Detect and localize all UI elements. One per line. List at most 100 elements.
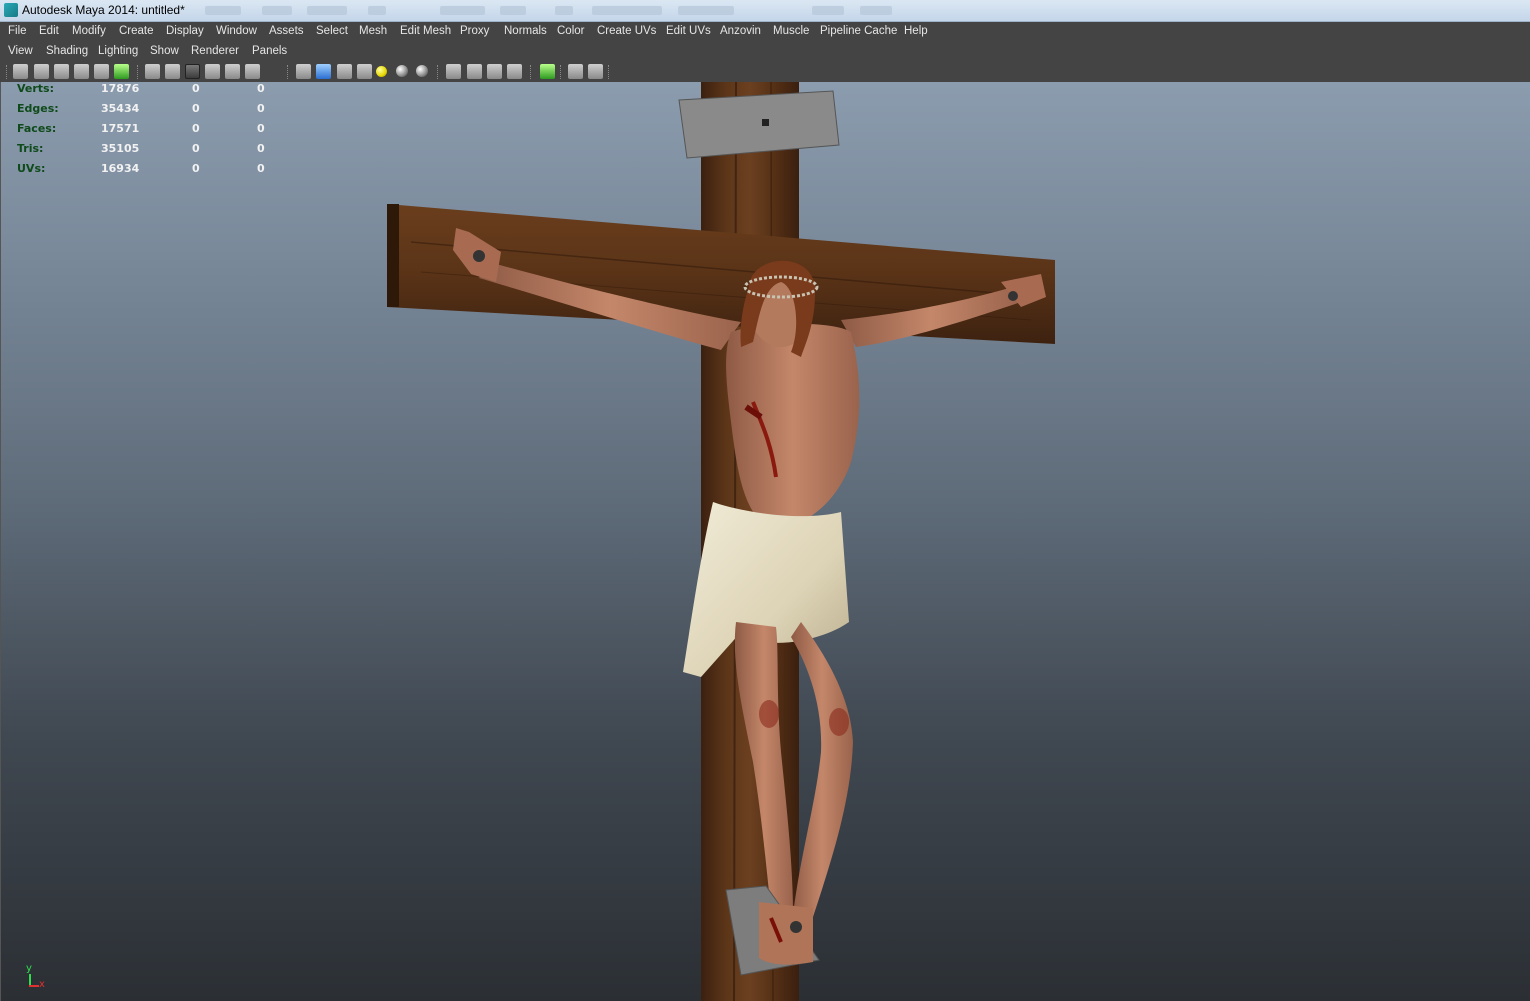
menu-mesh[interactable]: Mesh [359,25,387,37]
menu-display[interactable]: Display [166,25,204,37]
titlebar-ghost-shelf [592,6,662,15]
hud-row: Verts: 17876 0 0 [17,82,277,102]
hud-value: 35434 [101,102,140,115]
perspective-viewport[interactable]: Verts: 17876 0 0 Edges: 35434 0 0 Faces: 17571 0 0 T… [0,82,1530,1001]
toolbar-separator [6,65,9,79]
titlebar-ghost-shelf [555,6,573,15]
axis-x-line [29,985,39,987]
gate-mask-icon[interactable] [205,64,220,79]
window-title: Autodesk Maya 2014: untitled* [22,3,185,17]
torso [726,323,860,522]
hud-value: 16934 [101,162,140,175]
titlebar-ghost-shelf [440,6,485,15]
field-chart-icon[interactable] [225,64,240,79]
axis-y-label: y [26,963,32,974]
menu-create-uvs[interactable]: Create UVs [597,25,656,37]
textured-icon[interactable] [357,64,372,79]
toolbar-separator [608,65,611,79]
panel-menu-lighting[interactable]: Lighting [98,45,138,57]
menu-file[interactable]: File [8,25,27,37]
menu-edit-mesh[interactable]: Edit Mesh [400,25,451,37]
wireframe-icon[interactable] [296,64,311,79]
view-axis-gizmo: y x [21,963,51,995]
hud-value: 0 [257,162,265,175]
menu-modify[interactable]: Modify [72,25,106,37]
maya-app-icon [4,3,18,17]
menu-proxy[interactable]: Proxy [460,25,489,37]
menu-help[interactable]: Help [904,25,928,37]
toolbar-separator [437,65,440,79]
grid-icon[interactable] [145,64,160,79]
bookmark-icon[interactable] [54,64,69,79]
titlebar-ghost-shelf [205,6,241,15]
toolbar-separator [560,65,563,79]
isolate-select-icon[interactable] [507,64,522,79]
menu-select[interactable]: Select [316,25,348,37]
titlebar-ghost-shelf [812,6,844,15]
crucifix-model[interactable] [1,82,1530,1001]
hud-value: 0 [257,82,265,95]
shadows-icon[interactable] [396,65,408,77]
hud-label: UVs: [17,162,46,175]
menu-muscle[interactable]: Muscle [773,25,809,37]
title-bar: Autodesk Maya 2014: untitled* [0,0,1530,22]
smooth-shade-icon[interactable] [316,64,331,79]
use-all-lights-icon[interactable] [376,66,387,77]
menu-assets[interactable]: Assets [269,25,304,37]
wireframe-on-shaded-icon[interactable] [337,64,352,79]
panel-menu-renderer[interactable]: Renderer [191,45,239,57]
depth-of-field-icon[interactable] [487,64,502,79]
hud-row: Tris: 35105 0 0 [17,142,277,162]
camera-attributes-icon[interactable] [34,64,49,79]
menu-normals[interactable]: Normals [504,25,547,37]
resolution-gate-icon[interactable] [185,64,200,79]
titlebar-ghost-shelf [500,6,526,15]
hud-value: 17571 [101,122,140,135]
safe-title-icon[interactable] [245,64,260,79]
titlebar-ghost-shelf [262,6,292,15]
panel-menu-bar: View Shading Lighting Show Renderer Panels [0,42,1530,61]
feet [759,902,813,965]
2d-pan-zoom-icon[interactable] [94,64,109,79]
hud-label: Verts: [17,82,55,95]
xray-icon[interactable] [540,64,555,79]
axis-x-label: x [39,979,45,990]
hud-value: 0 [192,102,200,115]
menu-edit[interactable]: Edit [39,25,59,37]
titlebar-ghost-shelf [368,6,386,15]
motion-blur-icon[interactable] [446,64,461,79]
hud-row: UVs: 16934 0 0 [17,162,277,182]
hud-value: 17876 [101,82,140,95]
hud-label: Faces: [17,122,57,135]
image-plane-icon[interactable] [74,64,89,79]
titlebar-ghost-shelf [307,6,347,15]
hud-value: 0 [257,102,265,115]
multisample-aa-icon[interactable] [467,64,482,79]
panel-menu-view[interactable]: View [8,45,33,57]
menu-color[interactable]: Color [557,25,584,37]
panel-toolbar [0,61,1530,83]
grease-pencil-icon[interactable] [114,64,129,79]
menu-window[interactable]: Window [216,25,257,37]
inri-plaque [678,90,840,159]
hud-row: Edges: 35434 0 0 [17,102,277,122]
film-gate-icon[interactable] [165,64,180,79]
hud-value: 0 [257,142,265,155]
select-camera-icon[interactable] [13,64,28,79]
menu-edit-uvs[interactable]: Edit UVs [666,25,711,37]
titlebar-ghost-shelf [860,6,892,15]
panel-menu-show[interactable]: Show [150,45,179,57]
xray-active-components-icon[interactable] [568,64,583,79]
hud-value: 0 [192,82,200,95]
screen-space-ao-icon[interactable] [416,65,428,77]
panel-menu-panels[interactable]: Panels [252,45,287,57]
menu-pipeline-cache[interactable]: Pipeline Cache [820,25,897,37]
toolbar-separator [137,65,140,79]
menu-create[interactable]: Create [119,25,154,37]
menu-anzovin[interactable]: Anzovin [720,25,761,37]
panel-menu-shading[interactable]: Shading [46,45,88,57]
hud-value: 0 [192,162,200,175]
xray-joints-icon[interactable] [588,64,603,79]
hud-row: Faces: 17571 0 0 [17,122,277,142]
hud-value: 0 [257,122,265,135]
